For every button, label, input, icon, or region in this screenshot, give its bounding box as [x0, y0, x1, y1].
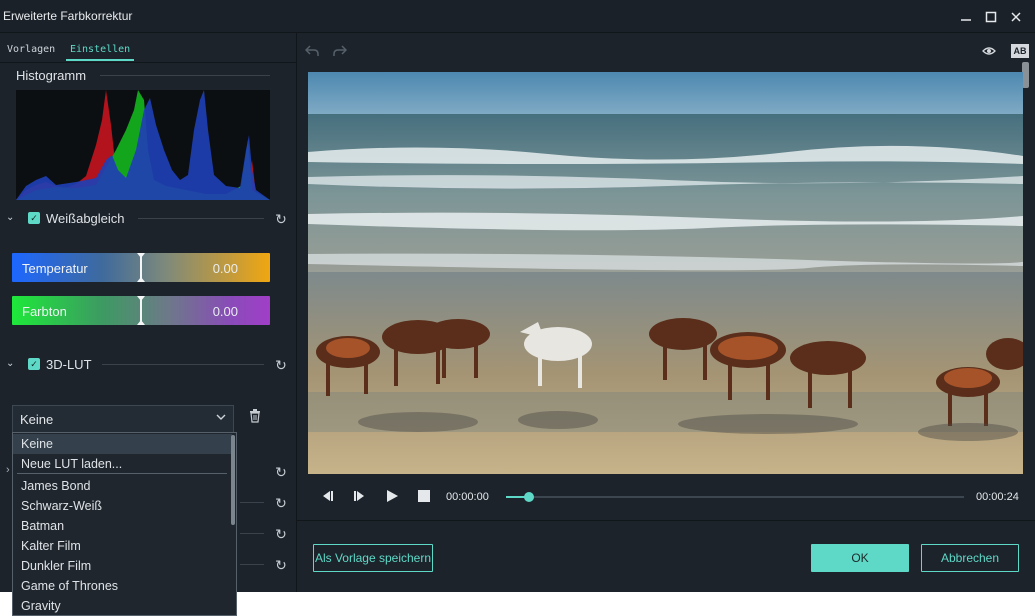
- collapsed-section-chevron-icon[interactable]: ›: [6, 464, 10, 476]
- redo-icon[interactable]: [333, 44, 349, 58]
- lut-select-value: Keine: [20, 412, 54, 427]
- chevron-down-icon: [216, 413, 226, 424]
- tab-adjust[interactable]: Einstellen: [70, 44, 130, 55]
- eye-icon[interactable]: [982, 44, 998, 58]
- white-balance-reset-icon[interactable]: ↻: [274, 212, 288, 226]
- section-divider: [240, 564, 264, 565]
- lut-option[interactable]: James Bond: [13, 476, 232, 496]
- title-bar: Erweiterte Farbkorrektur: [0, 0, 1035, 33]
- white-balance-chevron-icon[interactable]: ⌄: [6, 213, 16, 223]
- stop-icon[interactable]: [418, 490, 430, 504]
- lut-option[interactable]: Keine: [13, 434, 232, 454]
- white-balance-divider: [138, 218, 264, 219]
- lut-chevron-icon[interactable]: ⌄: [6, 359, 16, 369]
- tab-presets[interactable]: Vorlagen: [7, 44, 55, 55]
- tint-slider[interactable]: Farbton 0.00: [12, 296, 270, 325]
- section-reset-icon[interactable]: ↻: [274, 496, 288, 510]
- temperature-label: Temperatur: [22, 261, 88, 276]
- histogram-label: Histogramm: [16, 68, 87, 83]
- ok-button[interactable]: OK: [811, 544, 909, 572]
- lut-select[interactable]: Keine: [12, 405, 234, 433]
- playback-scrubber-handle[interactable]: [523, 492, 534, 502]
- previous-frame-icon[interactable]: [320, 490, 334, 504]
- tint-label: Farbton: [22, 304, 67, 319]
- histogram-divider: [100, 75, 270, 76]
- dropdown-scrollbar[interactable]: [231, 435, 235, 525]
- section-reset-icon[interactable]: ↻: [274, 527, 288, 541]
- lut-option[interactable]: Dunkler Film: [13, 556, 232, 576]
- tab-divider: [0, 62, 297, 63]
- active-tab-indicator: [66, 59, 134, 61]
- lut-dropdown-list: Keine Neue LUT laden... James Bond Schwa…: [12, 432, 237, 616]
- panel-scrollbar[interactable]: [1022, 62, 1029, 88]
- lut-option[interactable]: Schwarz-Weiß: [13, 496, 232, 516]
- lut-option[interactable]: Game of Thrones: [13, 576, 232, 596]
- trash-icon[interactable]: [249, 409, 263, 425]
- lut-divider: [102, 364, 264, 365]
- temperature-slider[interactable]: Temperatur 0.00: [12, 253, 270, 282]
- lut-option[interactable]: Batman: [13, 516, 232, 536]
- play-icon[interactable]: [386, 490, 398, 504]
- section-divider: [240, 533, 264, 534]
- compare-ab-icon[interactable]: AB: [1011, 44, 1029, 58]
- lut-option[interactable]: Neue LUT laden...: [13, 454, 232, 474]
- window-title: Erweiterte Farbkorrektur: [3, 9, 133, 23]
- section-divider: [240, 502, 264, 503]
- video-preview: [308, 72, 1023, 474]
- close-icon[interactable]: [1005, 6, 1027, 28]
- white-balance-checkbox[interactable]: ✓: [28, 212, 40, 224]
- section-reset-icon[interactable]: ↻: [274, 558, 288, 572]
- next-frame-icon[interactable]: [353, 490, 367, 504]
- tint-handle[interactable]: [137, 296, 145, 325]
- temperature-value[interactable]: 0.00: [213, 261, 238, 276]
- white-balance-label: Weißabgleich: [46, 211, 125, 226]
- lut-option[interactable]: Kalter Film: [13, 536, 232, 556]
- temperature-handle[interactable]: [137, 253, 145, 282]
- cancel-button[interactable]: Abbrechen: [921, 544, 1019, 572]
- histogram-chart: [16, 90, 270, 200]
- lut-label: 3D-LUT: [46, 357, 92, 372]
- lut-reset-icon[interactable]: ↻: [274, 358, 288, 372]
- minimize-icon[interactable]: [955, 6, 977, 28]
- maximize-icon[interactable]: [980, 6, 1002, 28]
- current-time: 00:00:00: [446, 491, 489, 503]
- lut-option[interactable]: Gravity: [13, 596, 232, 615]
- playback-progress-bar[interactable]: [506, 492, 964, 502]
- section-reset-icon[interactable]: ↻: [274, 465, 288, 479]
- undo-icon[interactable]: [304, 44, 321, 58]
- footer-divider: [297, 520, 1035, 521]
- total-time: 00:00:24: [976, 491, 1019, 503]
- tint-value[interactable]: 0.00: [213, 304, 238, 319]
- lut-checkbox[interactable]: ✓: [28, 358, 40, 370]
- dropdown-divider: [17, 473, 227, 474]
- save-preset-button[interactable]: Als Vorlage speichern: [313, 544, 433, 572]
